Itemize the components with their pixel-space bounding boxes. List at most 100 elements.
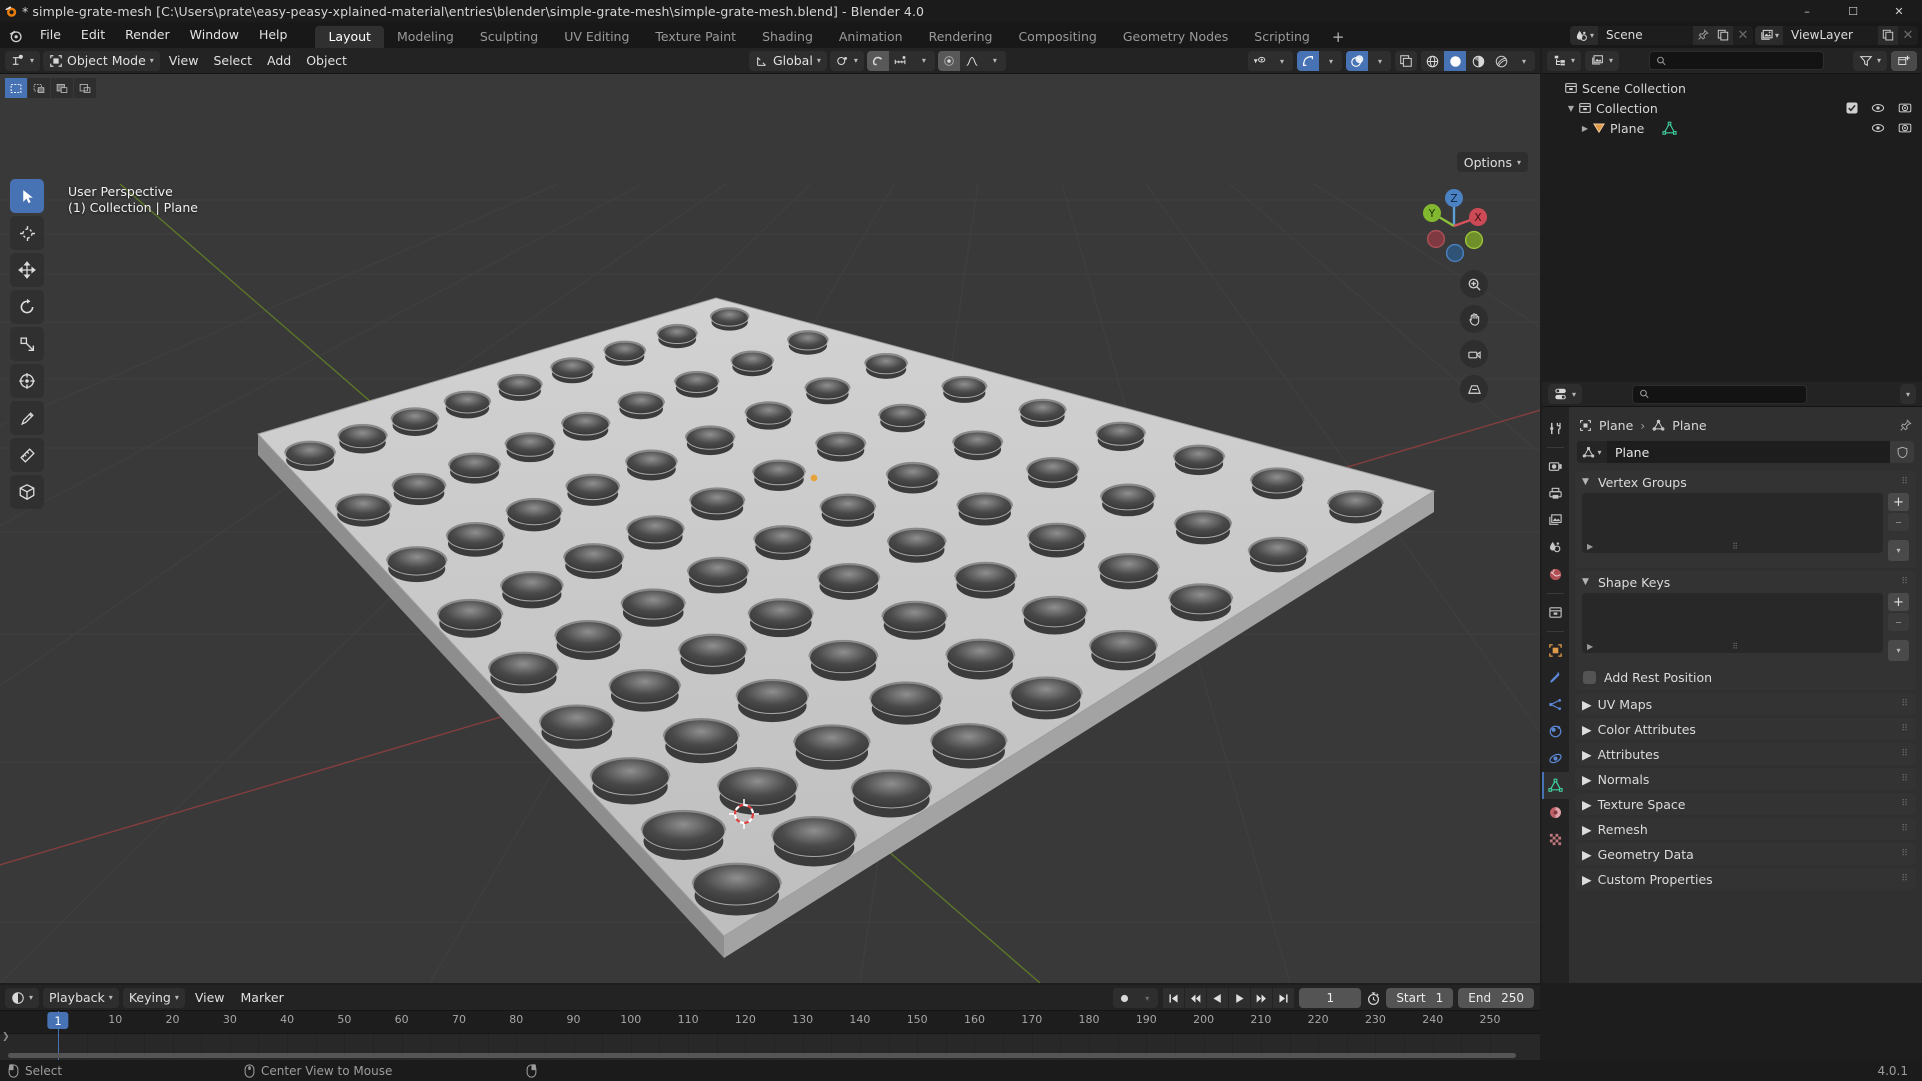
transform-orientation-dropdown[interactable]: Global ▾ — [749, 51, 827, 71]
shading-rendered-icon[interactable] — [1490, 51, 1512, 71]
outliner-search-box[interactable] — [1649, 51, 1824, 70]
pin-icon[interactable] — [1899, 419, 1912, 432]
add-rest-position-row[interactable]: Add Rest Position — [1575, 668, 1916, 690]
panel-normals[interactable]: ▶ Normals ⠿ — [1575, 768, 1916, 790]
mesh-datablock-field[interactable]: ▾ Plane — [1577, 441, 1914, 463]
viewport-menu-select[interactable]: Select — [207, 51, 258, 71]
scene-selector[interactable]: ▾ Scene ✕ — [1570, 26, 1753, 45]
use-preview-range-icon[interactable] — [1366, 991, 1381, 1006]
properties-tab-physics[interactable] — [1542, 718, 1569, 745]
workspace-tab-sculpting[interactable]: Sculpting — [467, 26, 551, 48]
chevron-down-icon[interactable]: ▼ — [1582, 477, 1592, 487]
timeline-menu-marker[interactable]: Marker — [235, 988, 290, 1008]
panel-color-attributes[interactable]: ▶ Color Attributes ⠿ — [1575, 718, 1916, 740]
panel-geometry-data[interactable]: ▶ Geometry Data ⠿ — [1575, 843, 1916, 865]
panel-texture-space[interactable]: ▶ Texture Space ⠿ — [1575, 793, 1916, 815]
chevron-down-icon[interactable]: ▼ — [1582, 577, 1592, 587]
menu-edit[interactable]: Edit — [71, 22, 115, 48]
list-grip-icon[interactable]: ⠿ — [1732, 542, 1739, 551]
add-workspace-button[interactable]: + — [1323, 26, 1354, 48]
chevron-right-icon[interactable]: ▶ — [1587, 542, 1593, 551]
timeline-editor[interactable]: ▾ Playback ▾ Keying ▾ View Marker ▾ — [0, 985, 1540, 1060]
shape-keys-list[interactable]: ▶ ⠿ — [1582, 593, 1883, 653]
eye-visibility-icon[interactable] — [1871, 101, 1885, 115]
frame-end-field[interactable]: End 250 — [1458, 988, 1534, 1008]
eye-visibility-icon[interactable] — [1871, 121, 1885, 135]
properties-tab-object-data[interactable] — [1542, 772, 1569, 799]
fake-user-shield-icon[interactable] — [1890, 441, 1914, 463]
workspace-tab-scripting[interactable]: Scripting — [1241, 26, 1323, 48]
properties-tab-output[interactable] — [1542, 480, 1569, 507]
vertex-groups-list[interactable]: ▶ ⠿ — [1582, 493, 1883, 553]
checkbox-enabled-icon[interactable] — [1846, 102, 1858, 114]
timeline-channel-expand-icon[interactable]: ❯ — [2, 1032, 10, 1042]
camera-render-visibility-icon[interactable] — [1898, 121, 1912, 135]
mesh-data-icon[interactable] — [1662, 121, 1677, 136]
properties-tab-tool[interactable] — [1542, 415, 1569, 442]
gizmo-dropdown-chevron[interactable]: ▾ — [1320, 51, 1342, 71]
auto-keying-icon[interactable] — [1113, 988, 1135, 1008]
add-shape-key-button[interactable]: + — [1888, 593, 1909, 611]
chevron-right-icon[interactable]: ▶ — [1582, 797, 1592, 812]
list-grip-icon[interactable]: ⠿ — [1732, 642, 1739, 651]
chevron-right-icon[interactable]: ▶ — [1582, 722, 1592, 737]
move-tool[interactable] — [10, 253, 44, 287]
scale-tool[interactable] — [10, 327, 44, 361]
viewlayer-selector[interactable]: ▾ ViewLayer ✕ — [1755, 26, 1918, 45]
timeline-playhead-label[interactable]: 1 — [47, 1012, 68, 1029]
frame-range-field[interactable]: Start 1 — [1386, 988, 1453, 1008]
chevron-right-icon[interactable]: ▶ — [1582, 697, 1592, 712]
cursor-tool[interactable] — [10, 216, 44, 250]
chevron-right-icon[interactable]: ▶ — [1582, 772, 1592, 787]
pan-hand-icon[interactable] — [1460, 305, 1488, 333]
jump-to-start-button[interactable] — [1163, 988, 1184, 1008]
menu-file[interactable]: File — [30, 22, 71, 48]
properties-search-box[interactable] — [1632, 385, 1807, 404]
shading-material-preview-icon[interactable] — [1467, 51, 1489, 71]
new-viewlayer-icon[interactable] — [1878, 26, 1898, 45]
outliner-row-scene-collection[interactable]: Scene Collection — [1542, 78, 1922, 98]
jump-to-next-keyframe-button[interactable] — [1251, 988, 1272, 1008]
chevron-right-icon[interactable]: ▶ — [1582, 747, 1592, 762]
close-button[interactable]: ✕ — [1876, 0, 1922, 22]
proportional-edit-icon[interactable] — [938, 51, 960, 71]
start-value[interactable]: 1 — [1436, 991, 1444, 1005]
menu-render[interactable]: Render — [115, 22, 180, 48]
editor-type-button[interactable]: ▾ — [5, 51, 40, 71]
properties-editor[interactable]: ▾ ▾ — [1542, 382, 1922, 983]
select-extend-icon[interactable] — [28, 78, 50, 98]
workspace-tab-compositing[interactable]: Compositing — [1005, 26, 1109, 48]
timeline-horizontal-scrollbar[interactable] — [8, 1053, 1516, 1058]
object-visibility-icon[interactable] — [1248, 51, 1270, 71]
object-mode-dropdown[interactable]: Object Mode ▾ — [43, 51, 160, 71]
properties-tab-constraints[interactable] — [1542, 745, 1569, 772]
properties-tab-particles[interactable] — [1542, 691, 1569, 718]
workspace-tab-geometry-nodes[interactable]: Geometry Nodes — [1110, 26, 1241, 48]
remove-shape-key-button[interactable]: – — [1888, 613, 1909, 631]
end-value[interactable]: 250 — [1501, 991, 1524, 1005]
shading-dropdown-chevron[interactable]: ▾ — [1513, 51, 1535, 71]
breadcrumb-mesh-name[interactable]: Plane — [1672, 418, 1706, 433]
panel-header-vertex-groups[interactable]: ▼ Vertex Groups ⠿ — [1575, 471, 1916, 493]
tweak-select-tool[interactable] — [10, 179, 44, 213]
workspace-tab-animation[interactable]: Animation — [826, 26, 916, 48]
overlay-dropdown-chevron[interactable]: ▾ — [1369, 51, 1391, 71]
panel-attributes[interactable]: ▶ Attributes ⠿ — [1575, 743, 1916, 765]
workspace-tab-shading[interactable]: Shading — [749, 26, 826, 48]
properties-tab-material[interactable] — [1542, 799, 1569, 826]
select-subtract-icon[interactable] — [51, 78, 73, 98]
outliner-display-mode-button[interactable]: ▾ — [1585, 51, 1619, 71]
workspace-tab-layout[interactable]: Layout — [315, 26, 384, 48]
new-scene-icon[interactable] — [1713, 26, 1733, 45]
outliner-row-plane[interactable]: ▶ Plane — [1542, 118, 1922, 138]
outliner-row-collection[interactable]: ▼ Collection — [1542, 98, 1922, 118]
timeline-ruler[interactable]: 1102030405060708090100110120130140150160… — [0, 1011, 1540, 1033]
blender-menu-icon[interactable] — [0, 22, 30, 48]
shape-key-specials-button[interactable]: ▾ — [1888, 640, 1909, 661]
xray-toggle-icon[interactable] — [1395, 51, 1417, 71]
auto-keying-dropdown-chevron[interactable]: ▾ — [1136, 988, 1158, 1008]
workspace-tab-rendering[interactable]: Rendering — [916, 26, 1006, 48]
timeline-editor-type-button[interactable]: ▾ — [5, 988, 39, 1008]
3d-viewport[interactable]: ▾ Object Mode ▾ View Select Add Object G… — [0, 48, 1540, 983]
measure-tool[interactable] — [10, 438, 44, 472]
